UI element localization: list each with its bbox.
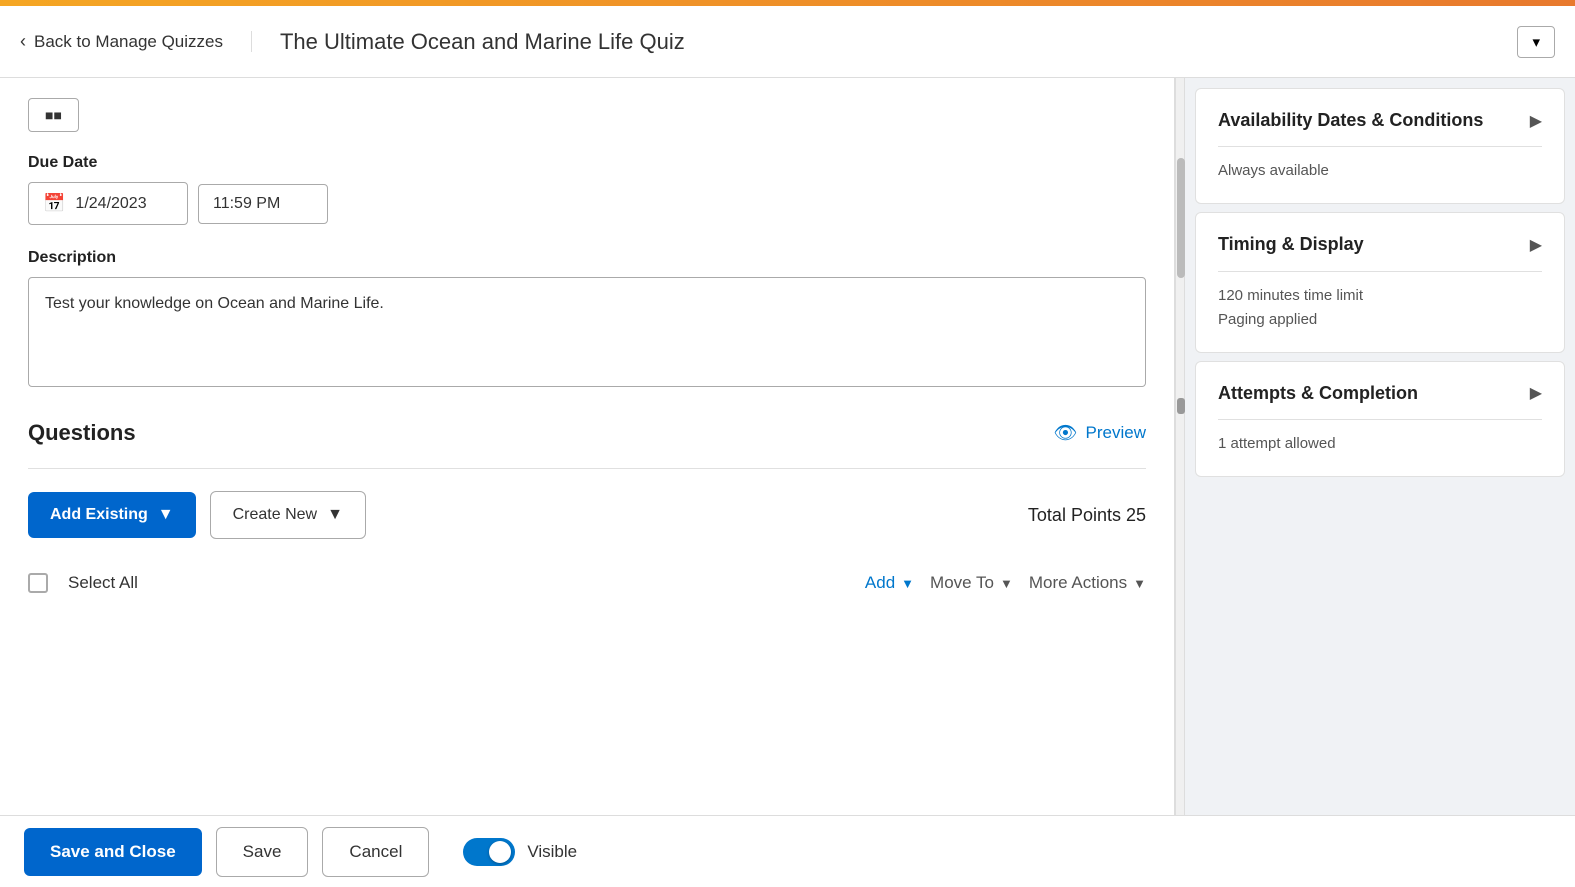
scrollbar-handle[interactable] [1177, 398, 1185, 414]
create-new-chevron: ▼ [327, 506, 343, 524]
save-and-close-label: Save and Close [50, 842, 176, 861]
questions-title: Questions [28, 420, 136, 446]
visible-toggle[interactable] [463, 838, 515, 866]
availability-divider [1218, 146, 1542, 147]
main-layout: ■■ ​ Due Date 📅 1/24/2023 11:59 PM Descr… [0, 78, 1575, 815]
header: ‹ Back to Manage Quizzes The Ultimate Oc… [0, 6, 1575, 78]
save-and-close-button[interactable]: Save and Close [24, 828, 202, 876]
timing-card-header[interactable]: Timing & Display ▶ [1218, 233, 1542, 256]
attempts-divider [1218, 419, 1542, 420]
move-to-label: Move To [930, 573, 994, 593]
attempts-card-header[interactable]: Attempts & Completion ▶ [1218, 382, 1542, 405]
save-button[interactable]: Save [216, 827, 309, 877]
more-actions-chevron-down-icon: ▼ [1133, 576, 1146, 591]
right-panel: Availability Dates & Conditions ▶ Always… [1185, 78, 1575, 815]
header-dropdown-button[interactable]: ▾ [1517, 26, 1555, 58]
back-to-quizzes-link[interactable]: ‹ Back to Manage Quizzes [20, 31, 252, 52]
preview-label: Preview [1086, 423, 1146, 443]
select-all-label: Select All [68, 573, 138, 593]
chevron-down-icon: ▾ [1532, 33, 1540, 51]
preview-button[interactable]: 👁 Preview [1053, 421, 1146, 445]
back-arrow-icon: ‹ [20, 31, 26, 52]
total-points: Total Points 25 [1028, 505, 1146, 526]
availability-title: Availability Dates & Conditions [1218, 109, 1483, 132]
save-label: Save [243, 842, 282, 861]
page-title: The Ultimate Ocean and Marine Life Quiz [252, 29, 1517, 55]
hidden-button-1[interactable]: ■■ [28, 98, 79, 132]
availability-chevron-right-icon: ▶ [1530, 111, 1542, 131]
back-link-label: Back to Manage Quizzes [34, 32, 223, 52]
availability-card: Availability Dates & Conditions ▶ Always… [1195, 88, 1565, 204]
toggle-knob [489, 841, 511, 863]
more-actions-button[interactable]: More Actions ▼ [1029, 573, 1146, 593]
add-existing-label: Add Existing [50, 506, 148, 524]
timing-info1: 120 minutes time limit [1218, 284, 1542, 308]
timing-title: Timing & Display [1218, 233, 1364, 256]
scrollbar-thumb [1177, 158, 1185, 278]
select-row: Select All Add ▼ Move To ▼ More Actions … [28, 567, 1146, 599]
move-to-chevron-down-icon: ▼ [1000, 576, 1013, 591]
timing-card: Timing & Display ▶ 120 minutes time limi… [1195, 212, 1565, 352]
due-date-input[interactable]: 📅 1/24/2023 [28, 182, 188, 225]
attempts-title: Attempts & Completion [1218, 382, 1418, 405]
availability-info: Always available [1218, 159, 1542, 183]
visible-row: Visible [463, 838, 577, 866]
add-existing-button[interactable]: Add Existing ▼ [28, 492, 196, 538]
header-right: ▾ [1517, 26, 1555, 58]
cancel-label: Cancel [349, 842, 402, 861]
add-chevron-down-icon: ▼ [901, 576, 914, 591]
availability-card-header[interactable]: Availability Dates & Conditions ▶ [1218, 109, 1542, 132]
create-new-button[interactable]: Create New ▼ [210, 491, 366, 539]
attempts-info: 1 attempt allowed [1218, 432, 1542, 456]
scrollbar-divider[interactable] [1175, 78, 1185, 815]
top-controls-row: ■■ ​ [28, 98, 1146, 132]
due-time-input[interactable]: 11:59 PM [198, 184, 328, 224]
due-date-row: 📅 1/24/2023 11:59 PM [28, 182, 1146, 225]
select-actions: Add ▼ Move To ▼ More Actions ▼ [865, 573, 1146, 593]
due-date-value: 1/24/2023 [75, 195, 146, 213]
timing-divider [1218, 271, 1542, 272]
add-existing-chevron: ▼ [158, 506, 174, 524]
footer: Save and Close Save Cancel Visible [0, 815, 1575, 887]
action-row: Add Existing ▼ Create New ▼ Total Points… [28, 491, 1146, 539]
description-textarea[interactable]: Test your knowledge on Ocean and Marine … [28, 277, 1146, 387]
more-actions-label: More Actions [1029, 573, 1127, 593]
create-new-label: Create New [233, 506, 317, 524]
questions-section: Questions 👁 Preview Add Existing ▼ Creat… [28, 420, 1146, 599]
timing-info2: Paging applied [1218, 308, 1542, 332]
questions-divider [28, 468, 1146, 469]
select-all-checkbox[interactable] [28, 573, 48, 593]
move-to-button[interactable]: Move To ▼ [930, 573, 1013, 593]
due-date-label: Due Date [28, 154, 1146, 172]
timing-chevron-right-icon: ▶ [1530, 235, 1542, 255]
calendar-icon: 📅 [43, 193, 65, 214]
due-time-value: 11:59 PM [213, 195, 280, 212]
add-dropdown-button[interactable]: Add ▼ [865, 573, 914, 593]
attempts-card: Attempts & Completion ▶ 1 attempt allowe… [1195, 361, 1565, 477]
questions-header: Questions 👁 Preview [28, 420, 1146, 446]
preview-icon: 👁 [1053, 421, 1077, 445]
cancel-button[interactable]: Cancel [322, 827, 429, 877]
visible-label: Visible [527, 842, 577, 862]
description-label: Description [28, 249, 1146, 267]
add-dropdown-label: Add [865, 573, 895, 593]
attempts-chevron-right-icon: ▶ [1530, 383, 1542, 403]
left-panel: ■■ ​ Due Date 📅 1/24/2023 11:59 PM Descr… [0, 78, 1175, 815]
toggle-dot [471, 847, 481, 857]
